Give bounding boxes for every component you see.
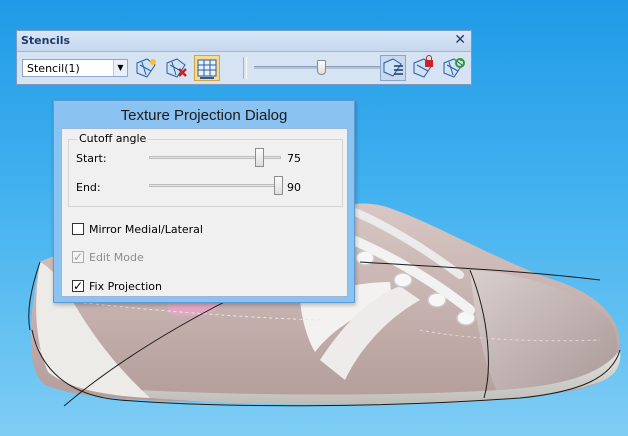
- delete-stencil-button[interactable]: [163, 55, 189, 81]
- fix-projection-checkbox[interactable]: ✓: [72, 280, 84, 292]
- close-icon[interactable]: ✕: [454, 32, 466, 48]
- add-stencil-icon: [136, 58, 156, 78]
- delete-stencil-icon: [166, 58, 187, 78]
- dialog-body: Cutoff angle Start: 75 End: 90 Mirror Me…: [61, 128, 348, 297]
- chevron-down-icon[interactable]: ▼: [113, 60, 127, 76]
- edit-mode-checkbox: ✓: [72, 250, 84, 264]
- lock-stencil-icon: [413, 55, 433, 78]
- stencil-select-value: Stencil(1): [27, 62, 80, 75]
- end-slider-track: [149, 184, 281, 187]
- projection-list-button[interactable]: [380, 55, 406, 81]
- toolbar-titlebar[interactable]: Stencils ✕: [17, 31, 471, 52]
- mirror-label[interactable]: Mirror Medial/Lateral: [89, 223, 203, 236]
- stencil-opacity-slider[interactable]: [254, 60, 388, 75]
- texture-projection-dialog: Texture Projection Dialog Cutoff angle S…: [53, 100, 355, 303]
- end-value: 90: [287, 181, 301, 194]
- stencil-grid-icon: [197, 59, 217, 79]
- add-stencil-button[interactable]: [133, 55, 159, 81]
- toolbar-title: Stencils: [21, 34, 71, 47]
- edit-mode-label: Edit Mode: [89, 251, 144, 264]
- start-slider-thumb[interactable]: [254, 148, 264, 167]
- lock-stencil-button[interactable]: [410, 55, 436, 81]
- slider-thumb[interactable]: [317, 60, 326, 75]
- start-label: Start:: [76, 152, 107, 165]
- toolbar-separator: [243, 57, 247, 79]
- start-slider[interactable]: [149, 148, 281, 168]
- fix-projection-label[interactable]: Fix Projection: [89, 280, 162, 293]
- end-label: End:: [76, 181, 101, 194]
- end-slider[interactable]: [149, 176, 284, 196]
- stencils-toolbar: Stencils ✕ Stencil(1) ▼: [16, 30, 472, 85]
- dialog-title[interactable]: Texture Projection Dialog: [54, 107, 354, 124]
- mirror-checkbox[interactable]: [72, 223, 84, 235]
- stencil-select[interactable]: Stencil(1) ▼: [22, 59, 128, 77]
- end-slider-thumb[interactable]: [274, 176, 284, 195]
- start-value: 75: [287, 152, 301, 165]
- refresh-stencil-icon: [443, 58, 465, 78]
- cutoff-angle-legend: Cutoff angle: [77, 132, 149, 145]
- refresh-stencil-button[interactable]: [440, 55, 466, 81]
- cutoff-angle-group: Cutoff angle Start: 75 End: 90: [68, 132, 343, 207]
- stencil-grid-button[interactable]: [194, 55, 220, 81]
- projection-list-icon: [383, 58, 403, 77]
